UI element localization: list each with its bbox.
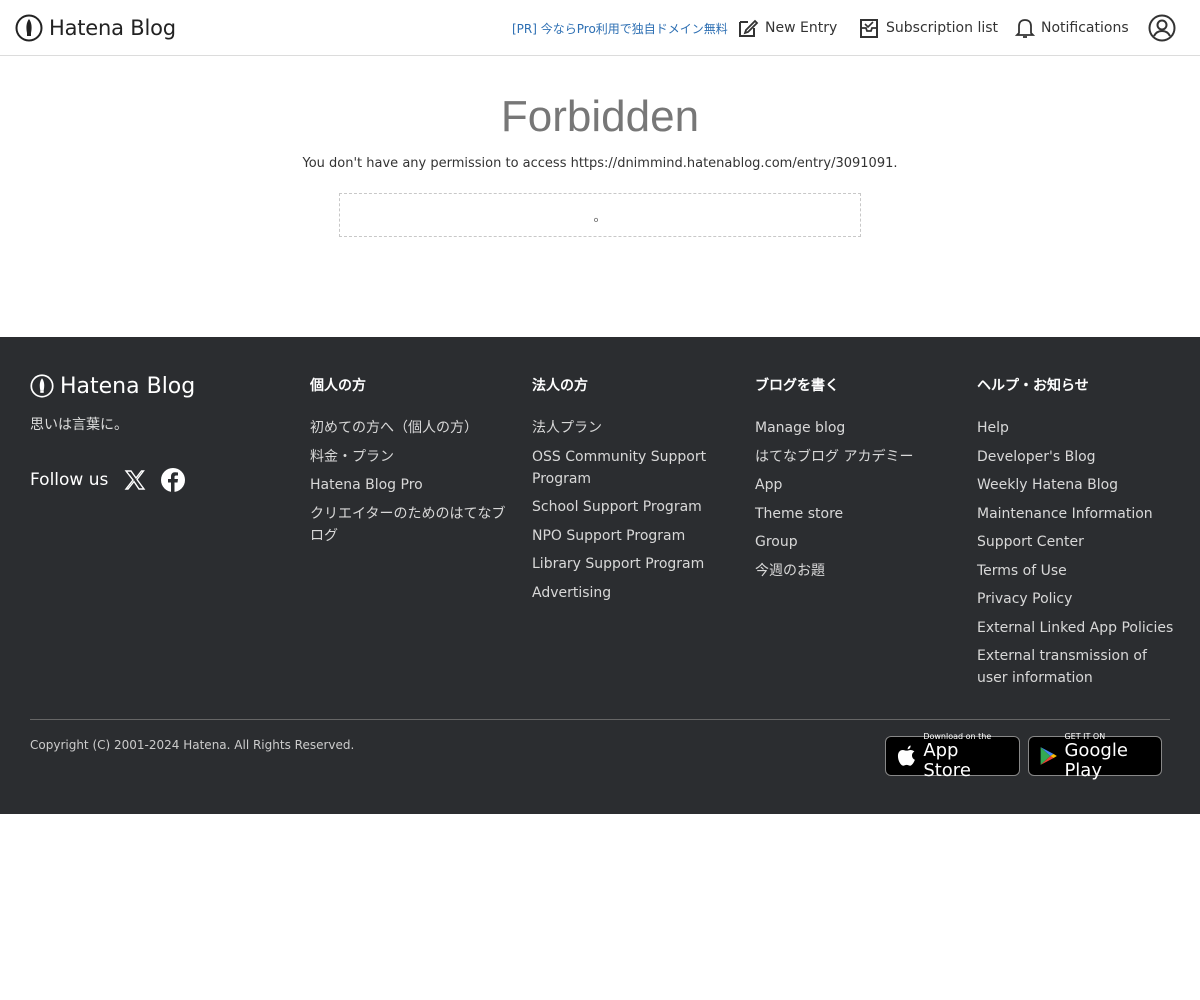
footer-column-help: ヘルプ・お知らせ Help Developer's Blog Weekly Ha… [977, 375, 1177, 696]
site-footer: Hatena Blog 思いは言葉に。 Follow us 個人の方 初めての方… [0, 337, 1200, 814]
hatena-blog-logo[interactable]: Hatena Blog [15, 13, 176, 43]
app-store-text: Download on the App Store [923, 732, 1009, 781]
footer-link[interactable]: Theme store [755, 503, 955, 525]
footer-link[interactable]: Hatena Blog Pro [310, 474, 510, 496]
footer-link[interactable]: 今週のお題 [755, 560, 955, 582]
ad-placeholder-box: 。 [339, 193, 861, 237]
column-heading: ブログを書く [755, 378, 839, 394]
pen-logo-icon [30, 374, 54, 398]
footer-link[interactable]: App [755, 474, 955, 496]
footer-tagline: 思いは言葉に。 [30, 417, 128, 433]
notifications-label: Notifications [1041, 20, 1129, 36]
app-store-big-text: App Store [923, 739, 971, 781]
google-play-text: GET IT ON Google Play [1064, 732, 1151, 781]
new-entry-label: New Entry [765, 20, 838, 36]
footer-link[interactable]: School Support Program [532, 496, 732, 518]
google-play-big-text: Google Play [1064, 739, 1128, 781]
footer-link[interactable]: Help [977, 417, 1177, 439]
footer-column-write-blog: ブログを書く Manage blog はてなブログ アカデミー App Them… [755, 375, 955, 588]
footer-link[interactable]: Terms of Use [977, 560, 1177, 582]
footer-link[interactable]: External Linked App Policies [977, 617, 1177, 639]
facebook-icon[interactable] [160, 467, 186, 493]
edit-icon [739, 19, 759, 37]
column-heading: ヘルプ・お知らせ [977, 378, 1089, 394]
column-heading: 個人の方 [310, 378, 366, 394]
copyright: Copyright (C) 2001-2024 Hatena. All Righ… [30, 738, 355, 752]
footer-link[interactable]: Library Support Program [532, 553, 732, 575]
footer-link[interactable]: Manage blog [755, 417, 955, 439]
brand-name: Hatena Blog [49, 16, 176, 40]
footer-link[interactable]: OSS Community Support Program [532, 446, 732, 490]
footer-link[interactable]: Privacy Policy [977, 588, 1177, 610]
column-heading: 法人の方 [532, 378, 588, 394]
bell-icon [1015, 19, 1035, 38]
footer-link[interactable]: 法人プラン [532, 417, 732, 439]
follow-us: Follow us [30, 467, 186, 493]
placeholder-text: 。 [593, 209, 607, 225]
notifications-button[interactable]: Notifications [1015, 14, 1129, 42]
x-icon[interactable] [124, 469, 146, 491]
subscription-list-button[interactable]: Subscription list [858, 14, 998, 42]
footer-link[interactable]: External transmission of user informatio… [977, 645, 1177, 689]
footer-brand-name: Hatena Blog [60, 373, 196, 399]
google-play-badge[interactable]: GET IT ON Google Play [1028, 732, 1162, 780]
subscription-icon [860, 19, 878, 38]
footer-link[interactable]: クリエイターのためのはてなブログ [310, 503, 510, 547]
footer-column-individual: 個人の方 初めての方へ（個人の方） 料金・プラン Hatena Blog Pro… [310, 375, 510, 553]
footer-link[interactable]: 料金・プラン [310, 446, 510, 468]
footer-link[interactable]: Maintenance Information [977, 503, 1177, 525]
page-title: Forbidden [500, 92, 700, 141]
footer-column-corporate: 法人の方 法人プラン OSS Community Support Program… [532, 375, 732, 610]
pr-domain-link[interactable]: [PR] 今ならPro利用で独自ドメイン無料 [512, 20, 728, 37]
subscription-list-label: Subscription list [886, 20, 998, 36]
app-store-badge[interactable]: Download on the App Store [885, 732, 1020, 780]
footer-link[interactable]: Weekly Hatena Blog [977, 474, 1177, 496]
top-navigation-bar: Hatena Blog [PR] 今ならPro利用で独自ドメイン無料 New E… [0, 0, 1200, 56]
apple-icon [897, 745, 915, 766]
footer-link[interactable]: Group [755, 531, 955, 553]
new-entry-button[interactable]: New Entry [737, 14, 837, 42]
user-icon [1148, 14, 1176, 42]
footer-logo[interactable]: Hatena Blog [30, 373, 195, 399]
user-avatar-button[interactable] [1148, 14, 1176, 46]
footer-link[interactable]: Developer's Blog [977, 446, 1177, 468]
footer-link[interactable]: はてなブログ アカデミー [755, 446, 955, 468]
pen-logo-icon [15, 14, 43, 42]
footer-link[interactable]: 初めての方へ（個人の方） [310, 417, 510, 439]
follow-us-label: Follow us [30, 470, 109, 490]
footer-link[interactable]: NPO Support Program [532, 525, 732, 547]
footer-link[interactable]: Advertising [532, 582, 732, 604]
footer-divider [30, 719, 1170, 720]
error-message: You don't have any permission to access … [302, 156, 898, 171]
google-play-icon [1040, 747, 1057, 765]
footer-link[interactable]: Support Center [977, 531, 1177, 553]
